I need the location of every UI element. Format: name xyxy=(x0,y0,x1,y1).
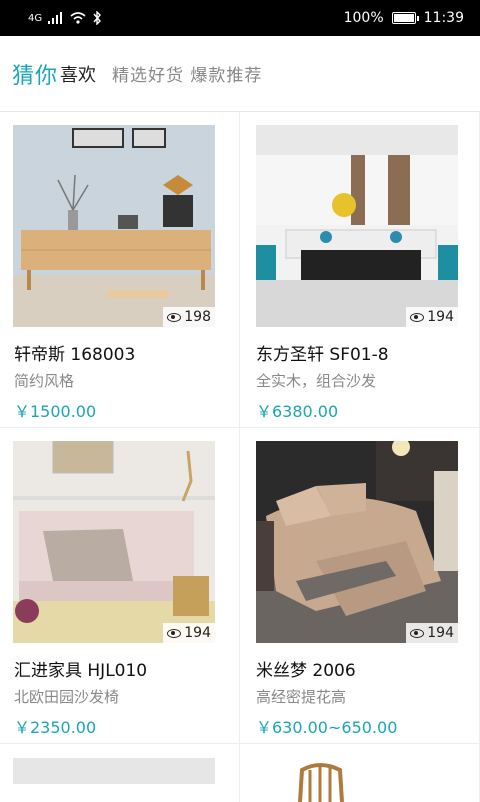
product-card[interactable]: 198 轩帝斯 168003 简约风格 ￥1500.00 xyxy=(0,112,240,428)
signal-icon xyxy=(48,12,63,24)
product-image: 194 xyxy=(13,441,215,643)
view-count: 194 xyxy=(163,623,215,643)
battery-icon xyxy=(391,12,419,24)
section-header: 猜你 喜欢 精选好货 爆款推荐 xyxy=(0,36,480,112)
view-count: 198 xyxy=(163,307,215,327)
eye-icon xyxy=(167,312,182,322)
product-card[interactable]: 194 米丝梦 2006 高经密提花高 ￥630.00~650.00 xyxy=(240,428,480,744)
product-description: 北欧田园沙发椅 xyxy=(14,688,120,706)
header-brand-suffix: 喜欢 xyxy=(60,64,97,86)
view-count-value: 194 xyxy=(184,625,211,641)
chair-image xyxy=(298,763,344,802)
product-title: 米丝梦 2006 xyxy=(256,661,356,681)
product-title: 轩帝斯 168003 xyxy=(14,345,136,365)
product-title: 东方圣轩 SF01-8 xyxy=(256,345,389,365)
product-price: ￥6380.00 xyxy=(256,402,339,421)
view-count-value: 198 xyxy=(184,309,211,325)
signal-icon: 4G xyxy=(28,12,43,24)
product-description: 高经密提花高 xyxy=(256,688,347,706)
bluetooth-icon xyxy=(93,11,102,25)
eye-icon xyxy=(410,628,425,638)
product-card-partial[interactable] xyxy=(240,744,480,802)
product-image: 198 xyxy=(13,125,215,327)
product-grid: 198 轩帝斯 168003 简约风格 ￥1500.00 194 东方圣轩 SF… xyxy=(0,112,480,802)
battery-percent: 100% xyxy=(343,10,384,26)
image-placeholder xyxy=(13,758,215,784)
clock: 11:39 xyxy=(423,10,464,26)
status-left: 4G xyxy=(28,11,102,25)
product-card[interactable]: 194 汇进家具 HJL010 北欧田园沙发椅 ￥2350.00 xyxy=(0,428,240,744)
header-brand: 猜你 xyxy=(12,63,59,89)
product-image: 194 xyxy=(256,125,458,327)
eye-icon xyxy=(167,628,182,638)
wifi-icon xyxy=(70,12,86,24)
view-count-value: 194 xyxy=(427,625,454,641)
status-bar: 4G 100% 11:39 xyxy=(0,0,480,36)
view-count-value: 194 xyxy=(427,309,454,325)
product-description: 简约风格 xyxy=(14,372,75,390)
header-subtitle: 精选好货 爆款推荐 xyxy=(112,66,263,86)
eye-icon xyxy=(410,312,425,322)
product-description: 全实木，组合沙发 xyxy=(256,372,377,390)
product-image: 194 xyxy=(256,441,458,643)
product-title: 汇进家具 HJL010 xyxy=(14,661,148,681)
product-price: ￥630.00~650.00 xyxy=(256,718,398,737)
product-price: ￥1500.00 xyxy=(14,402,97,421)
status-right: 100% 11:39 xyxy=(344,10,464,26)
product-card[interactable]: 194 东方圣轩 SF01-8 全实木，组合沙发 ￥6380.00 xyxy=(240,112,480,428)
product-price: ￥2350.00 xyxy=(14,718,97,737)
product-card-partial[interactable] xyxy=(0,744,240,802)
view-count: 194 xyxy=(406,623,458,643)
view-count: 194 xyxy=(406,307,458,327)
